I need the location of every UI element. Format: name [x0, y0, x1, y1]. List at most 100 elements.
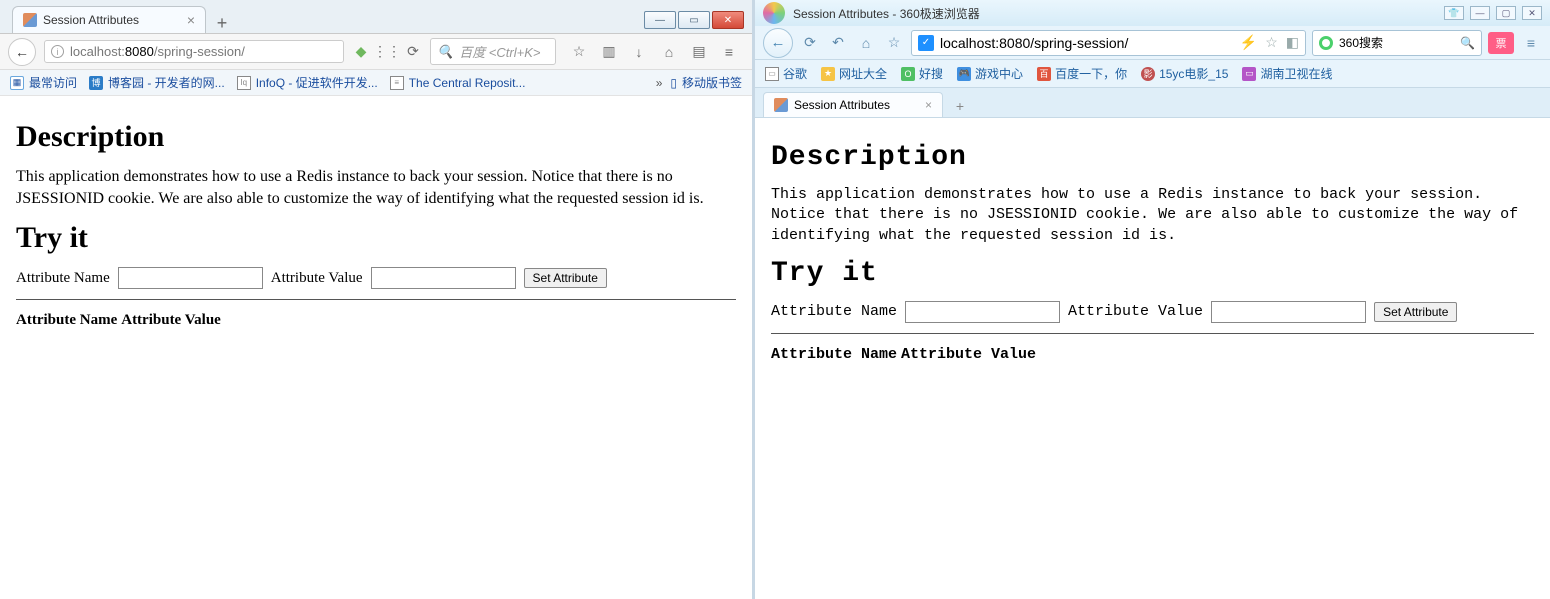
skin-icon[interactable]: 👕: [1444, 6, 1464, 20]
b360-titlebar: Session Attributes - 360极速浏览器 👕 — ▢ ✕: [755, 0, 1550, 26]
bookmark-baidu[interactable]: 百百度一下，你: [1037, 65, 1127, 82]
bookmarks-right: » ▯移动版书签: [656, 74, 742, 91]
shield-icon[interactable]: ◆: [352, 43, 370, 61]
description-text: This application demonstrates how to use…: [771, 185, 1534, 246]
menu-icon[interactable]: ≡: [720, 43, 738, 61]
b360-bookmarks-bar: ▭谷歌 ★网址大全 O好搜 🎮游戏中心 百百度一下，你 影15yc电影_15 ▭…: [755, 60, 1550, 88]
firefox-tab[interactable]: Session Attributes ×: [12, 6, 206, 33]
page-content-right: Description This application demonstrate…: [755, 118, 1550, 599]
new-tab-button[interactable]: +: [212, 13, 232, 33]
firefox-window: Session Attributes × + — ▭ ✕ ← i localho…: [0, 0, 755, 599]
bookmark-infoq[interactable]: IqInfoQ - 促进软件开发...: [237, 74, 378, 91]
doc-icon: ≡: [390, 76, 404, 90]
bookmark-yc[interactable]: 影15yc电影_15: [1141, 65, 1228, 82]
star-icon[interactable]: ☆: [883, 32, 905, 54]
sidebar-icon[interactable]: ▤: [690, 43, 708, 61]
divider: [16, 299, 736, 300]
haosou-icon: O: [901, 67, 915, 81]
search-text: 360搜索: [1339, 34, 1383, 51]
th-name: Attribute Name: [771, 346, 897, 363]
b360-window: Session Attributes - 360极速浏览器 👕 — ▢ ✕ ← …: [755, 0, 1550, 599]
th-value: Attribute Value: [901, 346, 1036, 363]
cnblogs-icon: 博: [89, 76, 103, 90]
b360-tab[interactable]: Session Attributes ×: [763, 92, 943, 117]
th-name: Attribute Name: [16, 312, 117, 329]
back-button[interactable]: ←: [8, 38, 36, 66]
attribute-form: Attribute Name Attribute Value Set Attri…: [771, 301, 1534, 323]
library-icon[interactable]: ▥: [600, 43, 618, 61]
star2-icon[interactable]: ☆: [1265, 34, 1278, 51]
bookmark-yxzx[interactable]: 🎮游戏中心: [957, 65, 1023, 82]
heading-tryit: Try it: [16, 221, 736, 255]
minimize-button[interactable]: —: [644, 11, 676, 29]
bookmark-cnblogs[interactable]: 博博客园 - 开发者的网...: [89, 74, 225, 91]
label-attr-value: Attribute Value: [1068, 303, 1203, 320]
search-bar[interactable]: 360搜索 🔍: [1312, 30, 1482, 56]
back-button[interactable]: ←: [763, 28, 793, 58]
maximize-button[interactable]: ▢: [1496, 6, 1516, 20]
yc-icon: 影: [1141, 67, 1155, 81]
chevron-right-icon[interactable]: »: [656, 76, 663, 90]
window-controls: — ▭ ✕: [644, 11, 748, 29]
close-window-button[interactable]: ✕: [712, 11, 744, 29]
input-attr-value[interactable]: [1211, 301, 1366, 323]
reload-icon[interactable]: ⟳: [404, 43, 422, 61]
close-tab-icon[interactable]: ×: [187, 13, 195, 27]
bookmark-mobile[interactable]: ▯移动版书签: [670, 74, 742, 91]
flash-icon[interactable]: ⚡: [1240, 34, 1257, 51]
home-icon[interactable]: ⌂: [660, 43, 678, 61]
tv-icon: ▭: [1242, 67, 1256, 81]
table-header: Attribute Name Attribute Value: [771, 346, 1534, 363]
bookmark-central[interactable]: ≡The Central Reposit...: [390, 76, 526, 90]
ticket-icon[interactable]: 票: [1488, 32, 1514, 54]
page-content-left: Description This application demonstrate…: [0, 96, 752, 599]
undo-icon[interactable]: ↶: [827, 32, 849, 54]
bookmark-guge[interactable]: ▭谷歌: [765, 65, 807, 82]
bookmark-haosou[interactable]: O好搜: [901, 65, 943, 82]
close-tab-icon[interactable]: ×: [925, 98, 932, 112]
firefox-bookmarks-bar: ▦最常访问 博博客园 - 开发者的网... IqInfoQ - 促进软件开发..…: [0, 70, 752, 96]
search-placeholder: 百度 <Ctrl+K>: [459, 42, 540, 61]
address-bar[interactable]: ✓ localhost:8080/spring-session/ ⚡ ☆ ◧: [911, 30, 1306, 56]
bookmark-star-icon[interactable]: ☆: [570, 43, 588, 61]
mobile-icon: ▯: [670, 76, 677, 90]
site-info-icon[interactable]: i: [51, 45, 64, 58]
bookmark-most-visited[interactable]: ▦最常访问: [10, 74, 77, 91]
heading-description: Description: [16, 120, 736, 154]
reload-icon[interactable]: ⟳: [799, 32, 821, 54]
url-text: localhost:8080/spring-session/: [940, 35, 1128, 51]
divider: [771, 333, 1534, 334]
b360-tabbar: Session Attributes × +: [755, 88, 1550, 118]
menu-icon[interactable]: ≡: [1520, 32, 1542, 54]
tab-title: Session Attributes: [43, 13, 139, 27]
downloads-icon[interactable]: ↓: [630, 43, 648, 61]
b360-navbar: ← ⟳ ↶ ⌂ ☆ ✓ localhost:8080/spring-sessio…: [755, 26, 1550, 60]
new-tab-button[interactable]: +: [949, 95, 971, 117]
bookmark-wzdq[interactable]: ★网址大全: [821, 65, 887, 82]
minimize-button[interactable]: —: [1470, 6, 1490, 20]
bookmark-hunan[interactable]: ▭湖南卫视在线: [1242, 65, 1332, 82]
magnifier-icon[interactable]: 🔍: [1460, 36, 1475, 50]
page-favicon: [774, 98, 788, 112]
search-bar[interactable]: 🔍 百度 <Ctrl+K>: [430, 38, 556, 65]
home-icon[interactable]: ⌂: [855, 32, 877, 54]
grid-icon[interactable]: ⋮⋮: [378, 43, 396, 61]
table-header: Attribute Name Attribute Value: [16, 312, 736, 329]
input-attr-name[interactable]: [905, 301, 1060, 323]
label-attr-name: Attribute Name: [771, 303, 897, 320]
baidu-icon: 百: [1037, 67, 1051, 81]
input-attr-value[interactable]: [371, 267, 516, 289]
input-attr-name[interactable]: [118, 267, 263, 289]
window-title: Session Attributes - 360极速浏览器: [793, 5, 980, 22]
firefox-navbar: ← i localhost:8080/spring-session/ ◆ ⋮⋮ …: [0, 34, 752, 70]
shield-icon: ✓: [918, 35, 934, 51]
maximize-button[interactable]: ▭: [678, 11, 710, 29]
page-favicon: [23, 13, 37, 27]
set-attribute-button[interactable]: Set Attribute: [524, 268, 607, 288]
close-button[interactable]: ✕: [1522, 6, 1542, 20]
set-attribute-button[interactable]: Set Attribute: [1374, 302, 1457, 322]
address-bar[interactable]: i localhost:8080/spring-session/: [44, 40, 344, 63]
tab-title: Session Attributes: [794, 98, 890, 112]
toolbar-icons: ☆ ▥ ↓ ⌂ ▤ ≡: [564, 43, 744, 61]
compat-icon[interactable]: ◧: [1286, 34, 1299, 51]
